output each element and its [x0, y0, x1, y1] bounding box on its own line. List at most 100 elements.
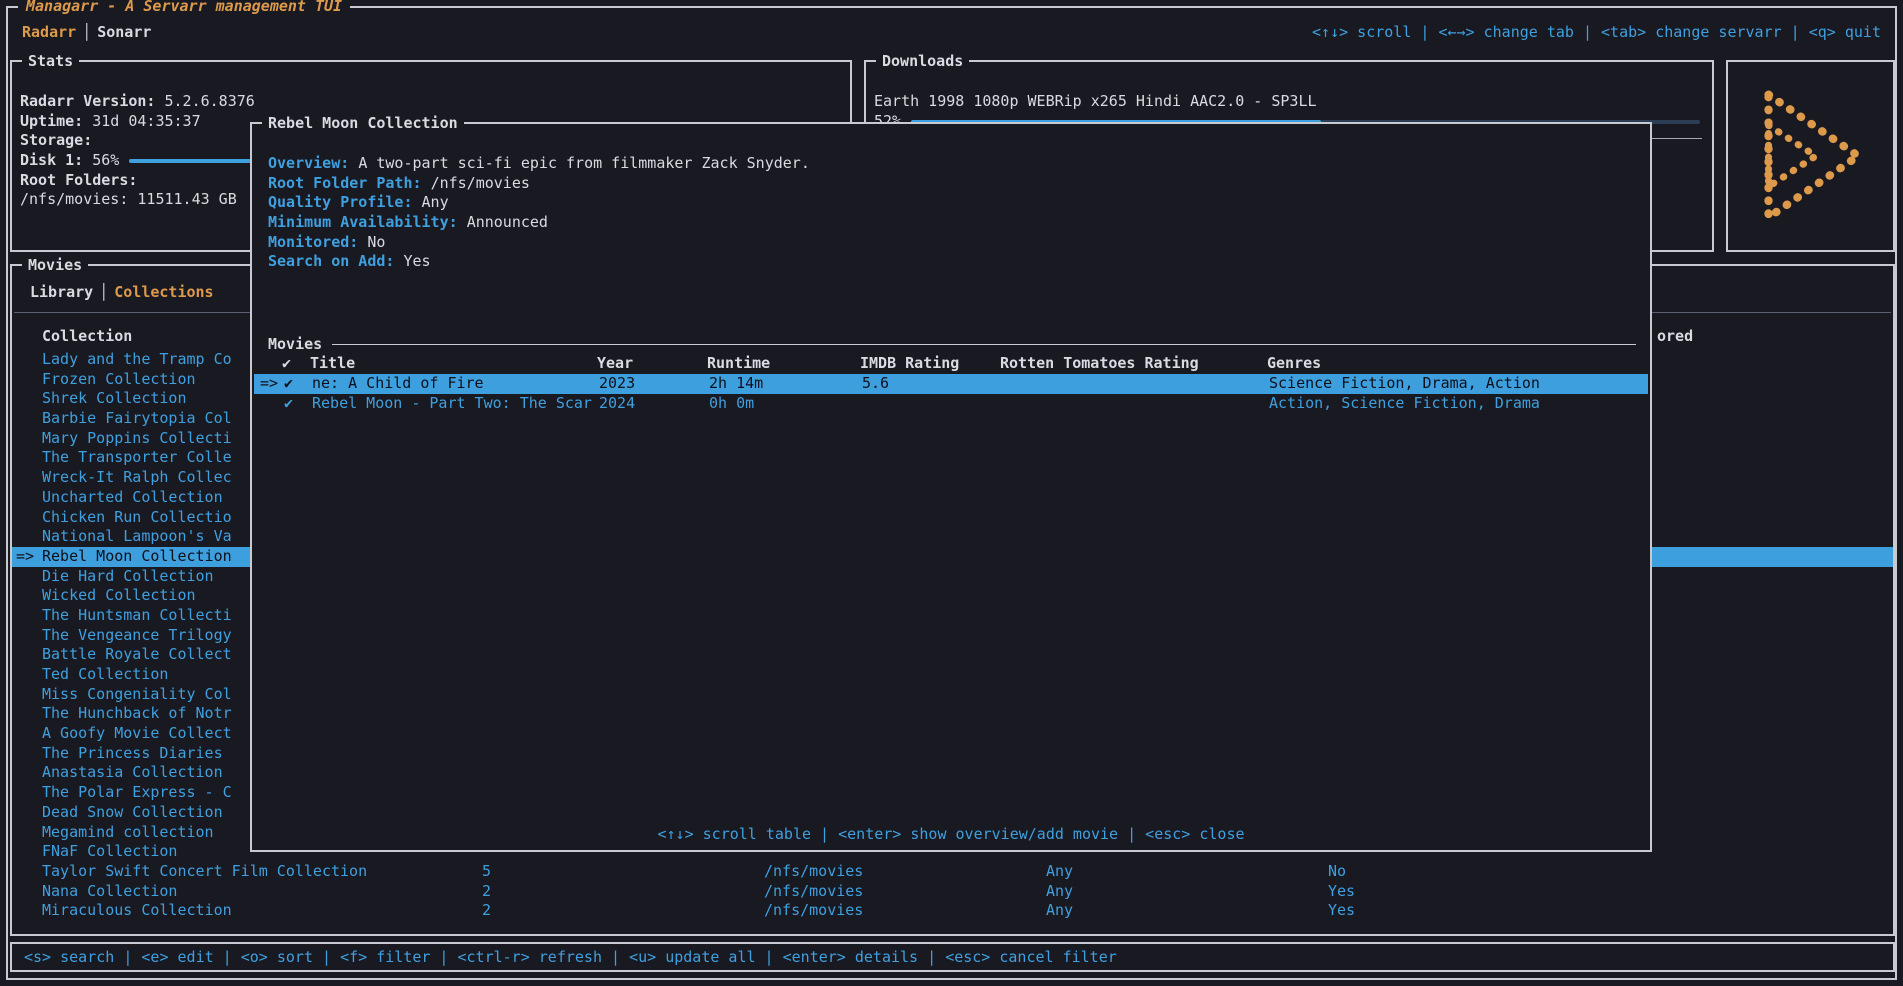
collection-name: Mary Poppins Collecti: [42, 429, 232, 449]
servarr-tabs: Radarr│Sonarr: [22, 22, 151, 42]
modal-movies-section: Movies: [268, 334, 1636, 354]
hint-separator: |: [1782, 23, 1809, 41]
movie-title: ne: A Child of Fire: [312, 374, 594, 394]
collection-name: FNaF Collection: [42, 842, 177, 862]
collection-field: Overview: A two-part sci-fi epic from fi…: [268, 154, 1634, 174]
field-value: A two-part sci-fi epic from filmmaker Za…: [358, 154, 810, 172]
movie-row[interactable]: ✔Rebel Moon - Part Two: The Scar20240h 0…: [254, 394, 1648, 414]
field-value: No: [367, 233, 385, 251]
tab-collections[interactable]: Collections: [114, 283, 213, 301]
bottom-keybind-hints: <s> search | <e> edit | <o> sort | <f> f…: [24, 947, 1117, 967]
keybind-hint: <esc> close: [1145, 825, 1244, 843]
keybind-hint: <←→> change tab: [1438, 23, 1573, 41]
collection-field: Monitored: No: [268, 233, 1634, 253]
keybind-hint: <q> quit: [1809, 23, 1881, 41]
bottom-keybind-bar: <s> search | <e> edit | <o> sort | <f> f…: [10, 942, 1895, 972]
hint-separator: |: [1411, 23, 1438, 41]
keybind-hint: <enter> show overview/add movie: [838, 825, 1118, 843]
version-value: 5.2.6.8376: [165, 92, 255, 110]
collection-name: Battle Royale Collect: [42, 645, 232, 665]
collection-row[interactable]: Nana Collection2/nfs/moviesAnyYes: [12, 882, 1893, 902]
collection-fields: Overview: A two-part sci-fi epic from fi…: [268, 154, 1634, 272]
download-item-name: Earth 1998 1080p WEBRip x265 Hindi AAC2.…: [874, 92, 1704, 112]
hint-separator: |: [756, 948, 783, 966]
keybind-hint: <f> filter: [340, 948, 430, 966]
collection-monitored: No: [1328, 862, 1346, 882]
monitored-header-fragment: ored: [1657, 326, 1693, 346]
collection-name: Taylor Swift Concert Film Collection: [42, 862, 367, 882]
collection-row[interactable]: Miraculous Collection2/nfs/moviesAnyYes: [12, 901, 1893, 921]
collection-name: The Vengeance Trilogy: [42, 626, 232, 646]
collection-row[interactable]: Taylor Swift Concert Film Collection5/nf…: [12, 862, 1893, 882]
collection-name: Wicked Collection: [42, 586, 196, 606]
tab-sonarr[interactable]: Sonarr: [97, 23, 151, 41]
hint-separator: |: [313, 948, 340, 966]
keybind-hint: <u> update all: [629, 948, 755, 966]
movie-year: 2023: [599, 374, 635, 394]
movie-row[interactable]: =>✔ne: A Child of Fire20232h 14m5.6Scien…: [254, 374, 1648, 394]
collection-root-folder: /nfs/movies: [764, 882, 863, 902]
field-value: /nfs/movies: [431, 174, 530, 192]
collection-column-header: Collection: [42, 326, 132, 346]
disk-label: Disk 1:: [20, 151, 83, 169]
hint-separator: |: [114, 948, 141, 966]
collection-quality-profile: Any: [1046, 882, 1073, 902]
collection-name: Frozen Collection: [42, 370, 196, 390]
collection-field: Root Folder Path: /nfs/movies: [268, 174, 1634, 194]
keybind-hint: <enter> details: [783, 948, 918, 966]
field-value: Announced: [467, 213, 548, 231]
collection-details-modal: Rebel Moon Collection Overview: A two-pa…: [250, 122, 1652, 852]
keybind-hint: <↑↓> scroll table: [657, 825, 811, 843]
column-header-year: Year: [597, 354, 633, 374]
collection-movie-count: 5: [482, 862, 491, 882]
app-title: Managarr - A Servarr management TUI: [18, 0, 350, 16]
collection-name: The Huntsman Collecti: [42, 606, 232, 626]
movie-genres: Action, Science Fiction, Drama: [1269, 394, 1540, 414]
movie-check: ✔: [284, 374, 293, 394]
field-label: Search on Add:: [268, 252, 394, 270]
keybind-hint: <o> sort: [241, 948, 313, 966]
modal-table-header: ✔TitleYearRuntimeIMDB RatingRotten Tomat…: [252, 354, 1650, 374]
disk-percent: 56%: [92, 151, 119, 169]
column-header-genres: Genres: [1267, 354, 1321, 374]
column-header-runtime: Runtime: [707, 354, 770, 374]
collection-name: Barbie Fairytopia Col: [42, 409, 232, 429]
movie-check: ✔: [284, 394, 293, 414]
field-value: Any: [422, 193, 449, 211]
movie-year: 2024: [599, 394, 635, 414]
keybind-hint: <↑↓> scroll: [1312, 23, 1411, 41]
collection-field: Minimum Availability: Announced: [268, 213, 1634, 233]
collection-movie-count: 2: [482, 901, 491, 921]
collection-movie-count: 2: [482, 882, 491, 902]
hint-separator: |: [918, 948, 945, 966]
hint-separator: |: [811, 825, 838, 843]
collection-name: Nana Collection: [42, 882, 177, 902]
tab-radarr[interactable]: Radarr: [22, 23, 76, 41]
tab-separator: │: [93, 283, 114, 301]
collection-name: The Hunchback of Notr: [42, 704, 232, 724]
collection-name: National Lampoon's Va: [42, 527, 232, 547]
selection-arrow: =>: [16, 547, 34, 567]
collection-field: Search on Add: Yes: [268, 252, 1634, 272]
movie-runtime: 2h 14m: [709, 374, 763, 394]
collection-name: Dead Snow Collection: [42, 803, 223, 823]
field-label: Root Folder Path:: [268, 174, 422, 192]
keybind-hint: <ctrl-r> refresh: [458, 948, 603, 966]
hint-separator: |: [1574, 23, 1601, 41]
field-label: Monitored:: [268, 233, 358, 251]
radarr-version: Radarr Version: 5.2.6.8376: [20, 92, 842, 112]
collection-name: Shrek Collection: [42, 389, 187, 409]
selection-arrow: =>: [260, 374, 278, 394]
modal-keybind-hints: <↑↓> scroll table | <enter> show overvie…: [252, 824, 1650, 844]
logo-panel: [1726, 60, 1895, 252]
hint-separator: |: [430, 948, 457, 966]
keybind-hint: <e> edit: [141, 948, 213, 966]
hint-separator: |: [214, 948, 241, 966]
collection-quality-profile: Any: [1046, 862, 1073, 882]
movies-panel-title: Movies: [22, 255, 88, 275]
collection-name: A Goofy Movie Collect: [42, 724, 232, 744]
version-label: Radarr Version:: [20, 92, 155, 110]
collection-name: The Polar Express - C: [42, 783, 232, 803]
tab-library[interactable]: Library: [30, 283, 93, 301]
keybind-hint: <s> search: [24, 948, 114, 966]
